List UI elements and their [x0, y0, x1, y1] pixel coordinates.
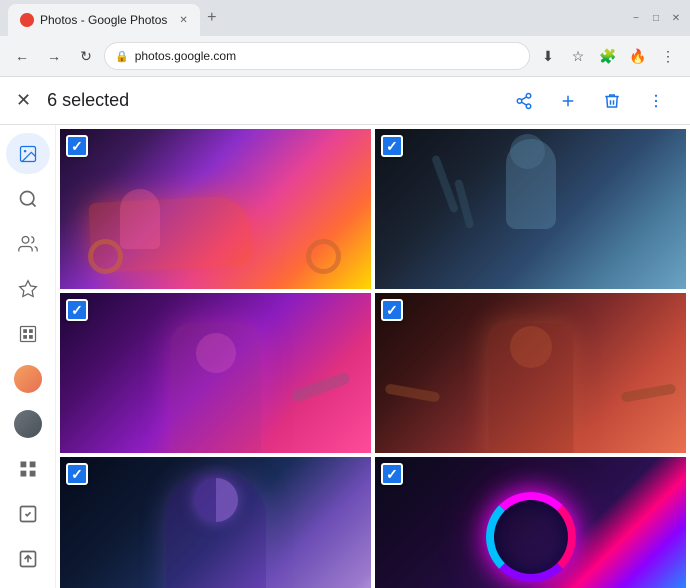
title-bar: Photos - Google Photos ✕ + − □ ✕: [0, 0, 690, 36]
photo-checkbox-5[interactable]: ✓: [66, 463, 88, 485]
toolbar-actions: [506, 83, 674, 119]
add-button[interactable]: [550, 83, 586, 119]
forward-button[interactable]: →: [40, 42, 68, 70]
delete-button[interactable]: [594, 83, 630, 119]
photo-item-2[interactable]: ✓: [375, 129, 686, 289]
search-icon: [18, 189, 38, 209]
star-icon: [18, 279, 38, 299]
tab-favicon: [20, 13, 34, 27]
lock-icon: 🔒: [115, 50, 129, 63]
avatar-2: [14, 410, 42, 438]
upload-icon: [18, 549, 38, 569]
add-icon: [559, 92, 577, 110]
avatar-1: [14, 365, 42, 393]
photo-content-3: [60, 293, 371, 453]
photos-icon: [18, 144, 38, 164]
sidebar-item-search[interactable]: [6, 178, 50, 219]
sidebar-item-photos[interactable]: [6, 133, 50, 174]
window-close-button[interactable]: ✕: [670, 12, 682, 24]
delete-icon: [603, 92, 621, 110]
more-options-button[interactable]: [638, 83, 674, 119]
photo-checkbox-3[interactable]: ✓: [66, 299, 88, 321]
bookmark-button[interactable]: ☆: [564, 42, 592, 70]
browser-tab[interactable]: Photos - Google Photos ✕: [8, 4, 200, 36]
photo-content-4: [375, 293, 686, 453]
nav-bar: ← → ↻ 🔒 photos.google.com ⬇ ☆ 🧩 🔥 ⋮: [0, 36, 690, 76]
sidebar-item-favorites[interactable]: [6, 268, 50, 309]
url-display: photos.google.com: [135, 49, 236, 63]
more-icon: [647, 92, 665, 110]
photo-item-5[interactable]: ✓: [60, 457, 371, 588]
sidebar-item-people[interactable]: [6, 223, 50, 264]
address-bar[interactable]: 🔒 photos.google.com: [104, 42, 530, 70]
extensions-button[interactable]: 🧩: [594, 42, 622, 70]
tab-close-button[interactable]: ✕: [179, 15, 187, 26]
close-selection-button[interactable]: ✕: [16, 90, 31, 111]
grid-icon: [18, 459, 38, 479]
main-content: ✓ ✓: [0, 125, 690, 588]
reload-button[interactable]: ↻: [72, 42, 100, 70]
tab-title: Photos - Google Photos: [40, 13, 167, 27]
sidebar: [0, 125, 56, 588]
browser-chrome: Photos - Google Photos ✕ + − □ ✕ ← → ↻ 🔒…: [0, 0, 690, 77]
photos-content: ✓ ✓: [56, 125, 690, 588]
photo-checkbox-6[interactable]: ✓: [381, 463, 403, 485]
photo-checkbox-4[interactable]: ✓: [381, 299, 403, 321]
check-icon: [18, 504, 38, 524]
selection-toolbar: ✕ 6 selected: [0, 77, 690, 125]
neon-circle: [486, 492, 576, 582]
photo-item-4[interactable]: ✓: [375, 293, 686, 453]
album-icon: [18, 324, 38, 344]
menu-button[interactable]: ⋮: [654, 42, 682, 70]
back-button[interactable]: ←: [8, 42, 36, 70]
window-controls: − □ ✕: [630, 12, 682, 24]
minimize-button[interactable]: −: [630, 12, 642, 24]
share-icon: [515, 92, 533, 110]
download-button[interactable]: ⬇: [534, 42, 562, 70]
photo-content-5: [60, 457, 371, 588]
share-button[interactable]: [506, 83, 542, 119]
photo-checkbox-2[interactable]: ✓: [381, 135, 403, 157]
profile-button[interactable]: 🔥: [624, 42, 652, 70]
sidebar-avatar-2[interactable]: [6, 404, 50, 445]
sidebar-avatar-1[interactable]: [6, 358, 50, 399]
selected-count-label: 6 selected: [47, 90, 506, 111]
photo-item-6[interactable]: ✓: [375, 457, 686, 588]
photo-content-6: [375, 457, 686, 588]
nav-right: ⬇ ☆ 🧩 🔥 ⋮: [534, 42, 682, 70]
photos-grid: ✓ ✓: [56, 125, 690, 588]
sidebar-item-album[interactable]: [6, 313, 50, 354]
sidebar-item-grid[interactable]: [6, 449, 50, 490]
people-icon: [18, 234, 38, 254]
new-tab-button[interactable]: +: [200, 6, 224, 30]
maximize-button[interactable]: □: [650, 12, 662, 24]
photo-content-1: [60, 129, 371, 289]
photo-item-1[interactable]: ✓: [60, 129, 371, 289]
sidebar-item-check[interactable]: [6, 494, 50, 535]
photo-content-2: [375, 129, 686, 289]
photo-item-3[interactable]: ✓: [60, 293, 371, 453]
photo-checkbox-1[interactable]: ✓: [66, 135, 88, 157]
sidebar-item-upload[interactable]: [6, 539, 50, 580]
